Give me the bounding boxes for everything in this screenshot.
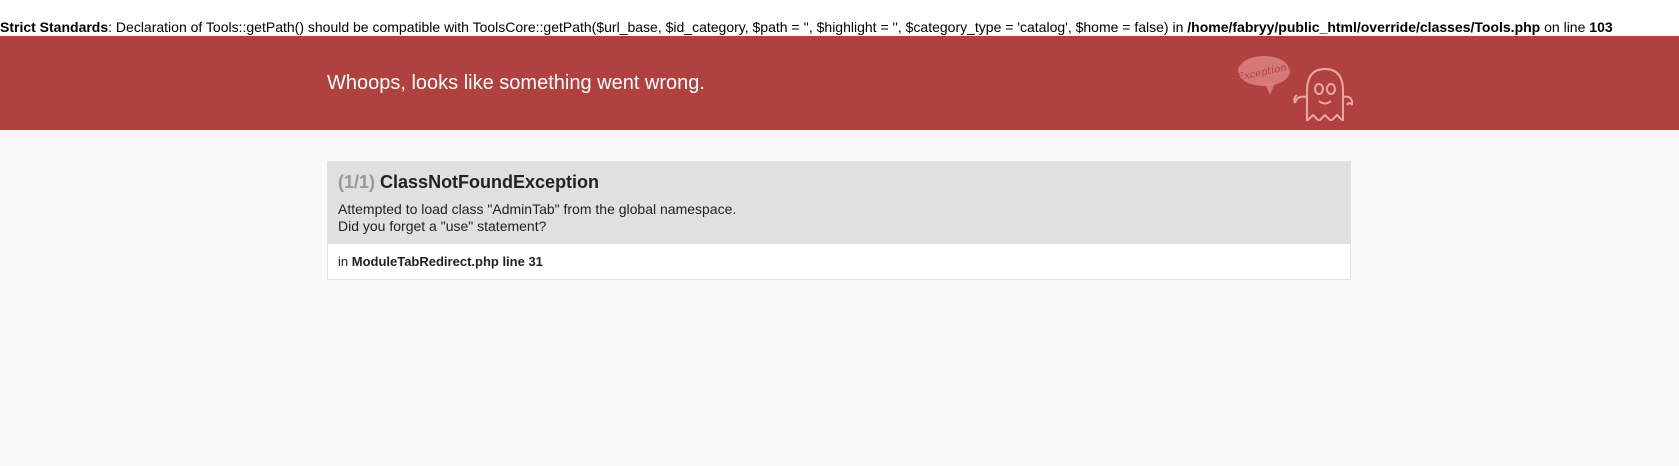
exception-name: ClassNotFoundException — [380, 172, 600, 192]
exception-message: Attempted to load class "AdminTab" from … — [338, 201, 1340, 235]
exception-message-line-1: Attempted to load class "AdminTab" from … — [338, 201, 737, 217]
error-header: Whoops, looks like something went wrong.… — [0, 37, 1679, 130]
notice-line-number: 103 — [1589, 19, 1613, 35]
exception-ghost-icon: Exception! — [1237, 56, 1353, 121]
exception-trace: in ModuleTabRedirect.php line 31 — [328, 244, 1350, 279]
exception-header: (1/1) ClassNotFoundException Attempted t… — [328, 162, 1350, 244]
exception-count: (1/1) — [338, 172, 376, 192]
notice-file: /home/fabryy/public_html/override/classe… — [1187, 19, 1541, 35]
exception-card: (1/1) ClassNotFoundException Attempted t… — [327, 161, 1351, 280]
notice-on-line: on line — [1540, 19, 1590, 35]
notice-label: Strict Standards — [0, 19, 109, 35]
strict-standards-notice: Strict Standards: Declaration of Tools::… — [0, 0, 1679, 37]
trace-location: ModuleTabRedirect.php line 31 — [351, 254, 543, 269]
notice-text: : Declaration of Tools::getPath() should… — [108, 19, 1188, 35]
exception-title: (1/1) ClassNotFoundException — [338, 172, 1340, 192]
exception-message-line-2: Did you forget a "use" statement? — [338, 218, 547, 234]
page-title: Whoops, looks like something went wrong. — [327, 72, 705, 94]
trace-prefix: in — [338, 254, 352, 269]
